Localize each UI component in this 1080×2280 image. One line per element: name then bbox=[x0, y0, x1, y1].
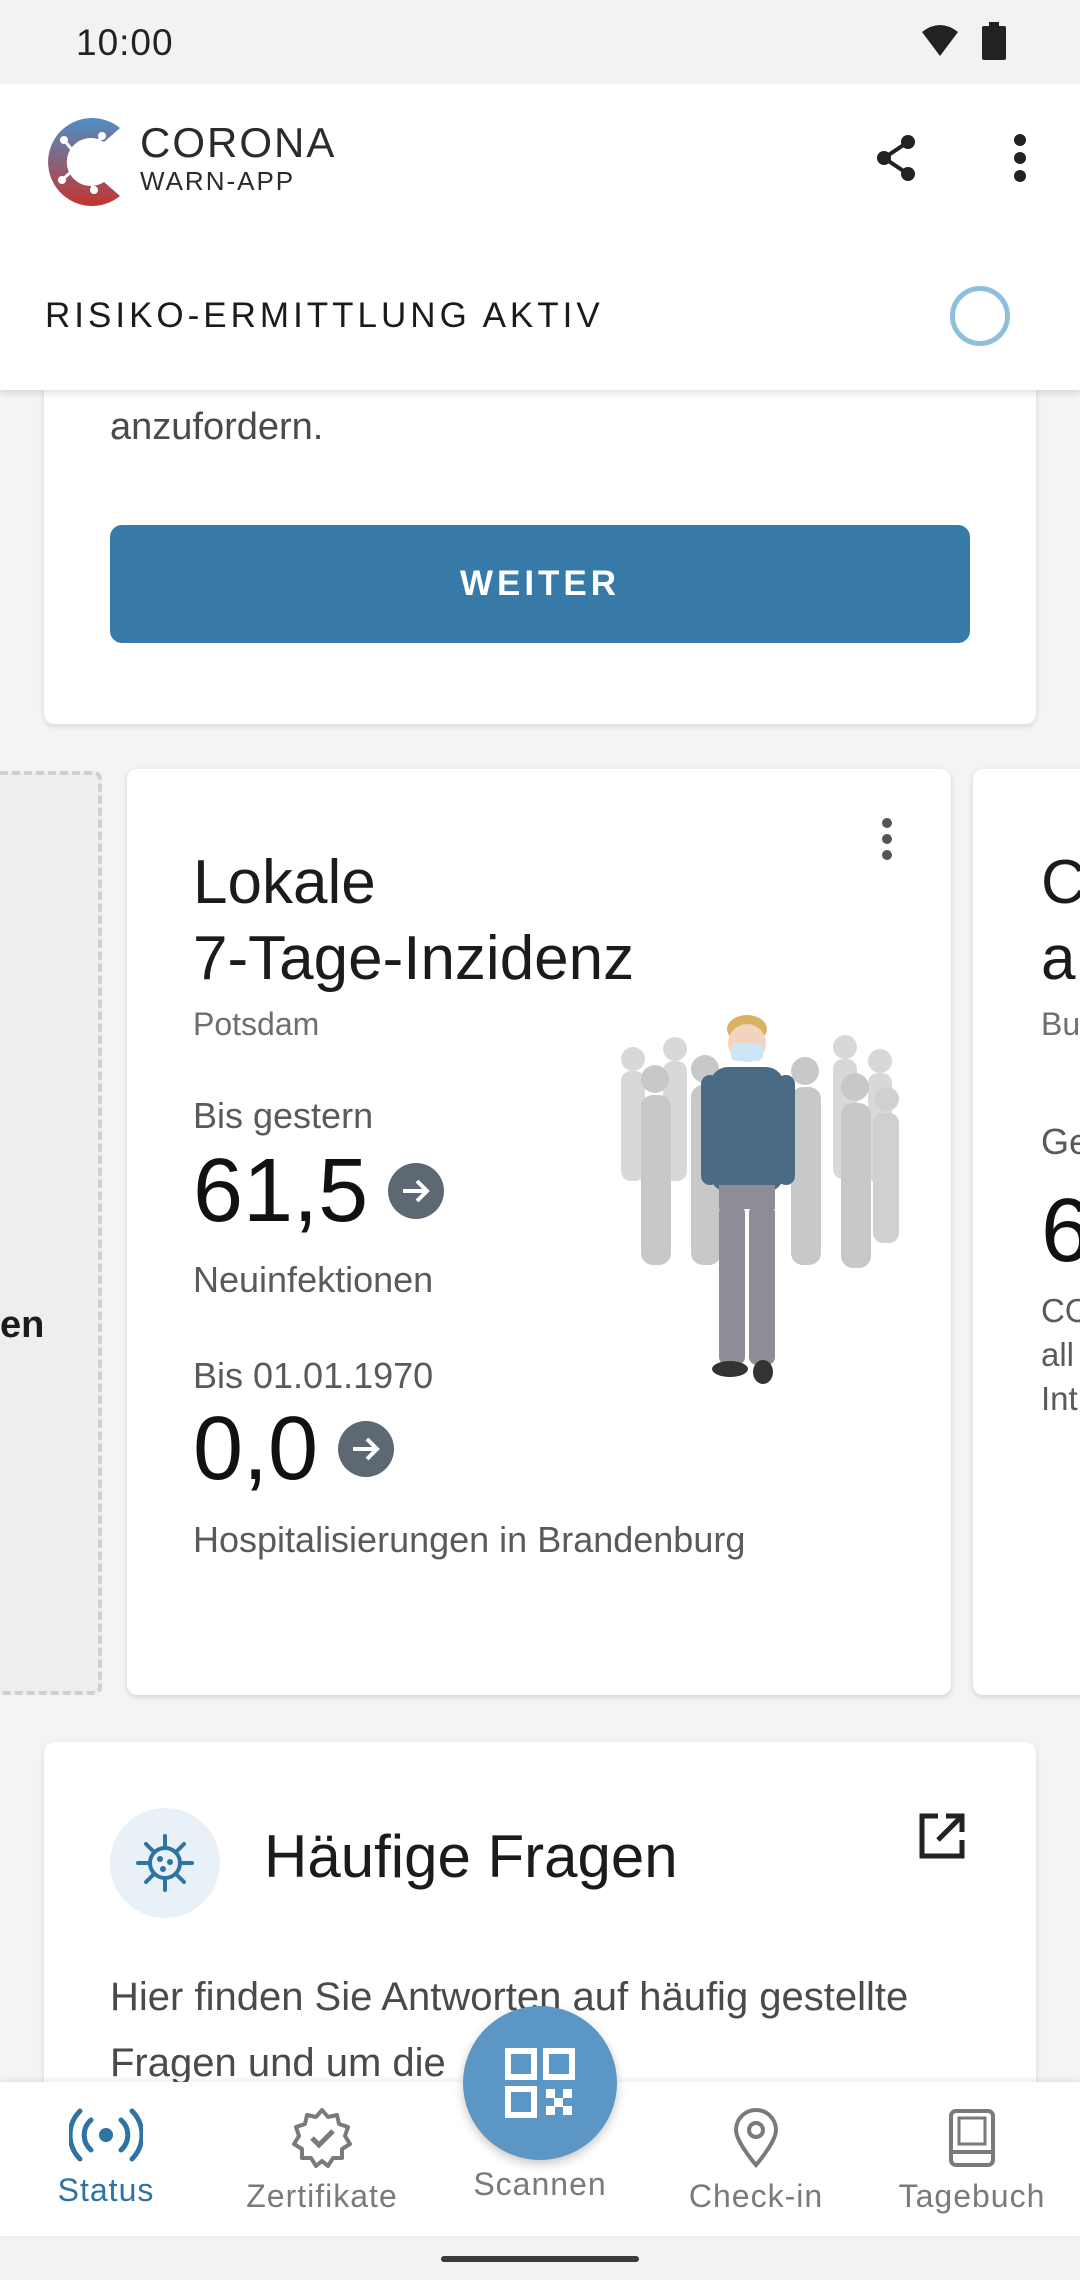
weiter-button[interactable]: WEITER bbox=[110, 525, 970, 643]
secondary-value-row: 0,0 bbox=[193, 1399, 395, 1499]
overflow-menu-button[interactable] bbox=[990, 128, 1050, 188]
primary-label: Bis gestern bbox=[193, 1095, 374, 1136]
certificate-badge-icon bbox=[292, 2108, 352, 2168]
screen: 10:00 CORONA WARN-APP RISIKO-ERMITTLUNG … bbox=[0, 0, 1080, 2280]
risk-status-label: RISIKO-ERMITTLUNG AKTIV bbox=[45, 296, 604, 335]
incidence-title-line2: 7-Tage-Inzidenz bbox=[193, 924, 635, 993]
incidence-title-line1: Lokale bbox=[193, 848, 376, 917]
qr-code-icon bbox=[505, 2048, 575, 2118]
next-card-label: Ge bbox=[1041, 1121, 1080, 1162]
nav-label: Check-in bbox=[688, 2178, 824, 2214]
next-stats-card[interactable]: C a Bu Ge 6 CO all Int bbox=[973, 769, 1080, 1695]
primary-value-row: 61,5 bbox=[193, 1141, 445, 1241]
next-card-value: 6 bbox=[1041, 1181, 1080, 1281]
incidence-card[interactable]: Lokale 7-Tage-Inzidenz Potsdam Bis geste… bbox=[127, 769, 951, 1695]
primary-sub: Neuinfektionen bbox=[193, 1259, 434, 1300]
people-illustration-icon bbox=[621, 1015, 899, 1384]
next-card-line2: all bbox=[1041, 1336, 1075, 1373]
location-pin-icon bbox=[733, 2108, 779, 2168]
carousel-add-card-label: en bbox=[0, 1304, 45, 1346]
more-vertical-icon bbox=[1014, 134, 1026, 182]
virus-icon bbox=[110, 1808, 220, 1918]
broadcast-icon bbox=[69, 2108, 143, 2162]
scan-fab-button[interactable] bbox=[463, 2006, 617, 2160]
incidence-title: Lokale 7-Tage-Inzidenz bbox=[193, 845, 634, 997]
wifi-icon bbox=[922, 25, 958, 56]
secondary-label: Bis 01.01.1970 bbox=[193, 1355, 434, 1396]
nav-label: Zertifikate bbox=[246, 2178, 398, 2214]
more-vertical-icon bbox=[882, 818, 892, 860]
test-info-text: anzufordern. bbox=[110, 406, 324, 448]
nav-item-tagebuch[interactable]: Tagebuch bbox=[872, 2108, 1072, 2228]
incidence-location: Potsdam bbox=[193, 1006, 320, 1042]
battery-icon bbox=[982, 22, 1006, 60]
share-icon bbox=[877, 135, 915, 181]
open-external-icon bbox=[919, 1813, 965, 1859]
next-card-title-line2: a bbox=[1041, 924, 1076, 993]
next-card-title: C a bbox=[1041, 845, 1080, 997]
next-card-text: CO all Int bbox=[1041, 1289, 1080, 1421]
trend-arrow-right-icon bbox=[388, 1163, 445, 1219]
risk-status-bar[interactable]: RISIKO-ERMITTLUNG AKTIV bbox=[0, 260, 1080, 390]
next-card-title-line1: C bbox=[1041, 848, 1080, 917]
nav-item-zertifikate[interactable]: Zertifikate bbox=[222, 2108, 422, 2228]
risk-progress-icon bbox=[950, 286, 1010, 346]
brand-title: CORONA bbox=[140, 119, 337, 166]
nav-label: Scannen bbox=[473, 2166, 607, 2202]
secondary-value: 0,0 bbox=[193, 1399, 319, 1499]
nav-item-scannen[interactable]: Scannen bbox=[440, 2156, 640, 2276]
diary-book-icon bbox=[949, 2109, 995, 2167]
app-bar: CORONA WARN-APP bbox=[0, 84, 1080, 260]
faq-title: Häufige Fragen bbox=[264, 1823, 678, 1890]
incidence-card-menu-button[interactable] bbox=[867, 809, 907, 869]
next-card-subtitle: Bu bbox=[1041, 1006, 1080, 1042]
app-logo-icon bbox=[48, 118, 120, 206]
nav-label: Tagebuch bbox=[898, 2178, 1046, 2214]
brand-subtitle: WARN-APP bbox=[140, 166, 296, 196]
app-brand: CORONA WARN-APP bbox=[140, 119, 337, 197]
trend-arrow-right-icon bbox=[338, 1421, 395, 1477]
primary-value: 61,5 bbox=[193, 1141, 369, 1241]
share-button[interactable] bbox=[866, 128, 926, 188]
nav-item-status[interactable]: Status bbox=[6, 2108, 206, 2228]
carousel-add-card[interactable] bbox=[0, 771, 102, 1695]
status-icons bbox=[920, 22, 1006, 60]
status-time: 10:00 bbox=[76, 22, 174, 63]
next-card-line1: CO bbox=[1041, 1292, 1080, 1329]
status-bar: 10:00 bbox=[0, 0, 1080, 84]
secondary-sub: Hospitalisierungen in Brandenburg bbox=[193, 1519, 746, 1560]
nav-label: Status bbox=[57, 2172, 155, 2208]
nav-item-check-in[interactable]: Check-in bbox=[656, 2108, 856, 2228]
open-external-button[interactable] bbox=[912, 1806, 972, 1866]
next-card-line3: Int bbox=[1041, 1380, 1078, 1417]
